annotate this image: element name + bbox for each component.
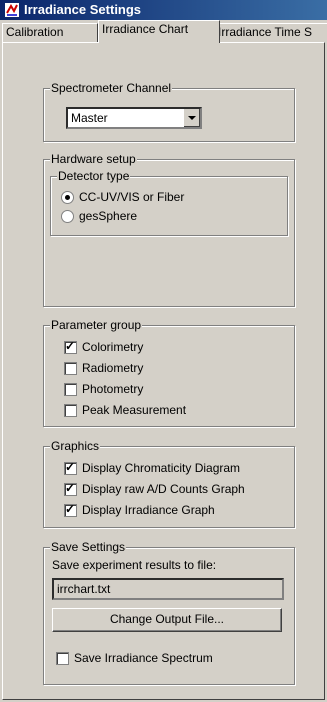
parameter-group-legend: Parameter group	[50, 318, 143, 332]
save-settings-legend: Save Settings	[50, 540, 127, 554]
radio-sphere-label: gesSphere	[79, 209, 138, 223]
detector-type-group: Detector type CC-UV/VIS or Fiber gesSphe…	[50, 169, 288, 236]
save-caption: Save experiment results to file:	[52, 558, 217, 572]
param-colorimetry-label: Colorimetry	[82, 340, 144, 354]
checkbox-ad-counts[interactable]	[64, 481, 77, 496]
checkbox-save-spectrum[interactable]	[56, 652, 69, 665]
change-output-file-button[interactable]: Change Output File...	[52, 608, 282, 632]
checkbox-colorimetry[interactable]	[64, 339, 77, 354]
radio-fiber[interactable]	[61, 191, 74, 204]
checkbox-photometry[interactable]	[64, 383, 77, 396]
graphics-legend: Graphics	[50, 439, 101, 453]
tab-strip: Calibration Irradiance Chart Irradiance …	[0, 20, 327, 43]
checkbox-radiometry[interactable]	[64, 362, 77, 375]
spectrometer-channel-legend: Spectrometer Channel	[50, 81, 173, 95]
spectrometer-channel-group: Spectrometer Channel Master	[43, 81, 295, 142]
param-photometry-label: Photometry	[82, 382, 144, 396]
hardware-setup-group: Hardware setup Detector type CC-UV/VIS o…	[43, 152, 295, 307]
graphics-irradiance-label: Display Irradiance Graph	[82, 503, 215, 517]
checkbox-irradiance[interactable]	[64, 502, 77, 517]
spectrometer-channel-value: Master	[71, 111, 108, 125]
settings-panel: Spectrometer Channel Master Hardware set…	[2, 42, 325, 700]
detector-type-legend: Detector type	[57, 169, 131, 183]
graphics-chromaticity-label: Display Chromaticity Diagram	[82, 461, 241, 475]
radio-sphere[interactable]	[61, 210, 74, 223]
param-radiometry-label: Radiometry	[82, 361, 144, 375]
save-settings-group: Save Settings Save experiment results to…	[43, 540, 295, 685]
checkbox-chromaticity[interactable]	[64, 460, 77, 475]
title-bar[interactable]: Irradiance Settings	[0, 0, 327, 20]
save-spectrum-label: Save Irradiance Spectrum	[74, 651, 213, 665]
radio-fiber-label: CC-UV/VIS or Fiber	[79, 190, 185, 204]
app-icon	[5, 3, 19, 17]
graphics-group: Graphics Display Chromaticity Diagram Di…	[43, 439, 295, 528]
tab-calibration[interactable]: Calibration	[2, 23, 98, 42]
graphics-ad-counts-label: Display raw A/D Counts Graph	[82, 482, 245, 496]
tab-irradiance-chart[interactable]: Irradiance Chart	[98, 20, 220, 43]
checkbox-peak[interactable]	[64, 404, 77, 417]
window-title: Irradiance Settings	[24, 2, 142, 17]
spectrometer-channel-select[interactable]: Master	[66, 107, 202, 129]
tab-irradiance-time[interactable]: Irradiance Time S	[214, 23, 327, 42]
param-peak-label: Peak Measurement	[82, 403, 187, 417]
hardware-setup-legend: Hardware setup	[50, 152, 137, 166]
parameter-group: Parameter group Colorimetry Radiometry P…	[43, 318, 295, 427]
output-filename-field[interactable]: irrchart.txt	[52, 578, 284, 600]
chevron-down-icon[interactable]	[183, 109, 200, 127]
output-filename-value: irrchart.txt	[57, 582, 111, 596]
